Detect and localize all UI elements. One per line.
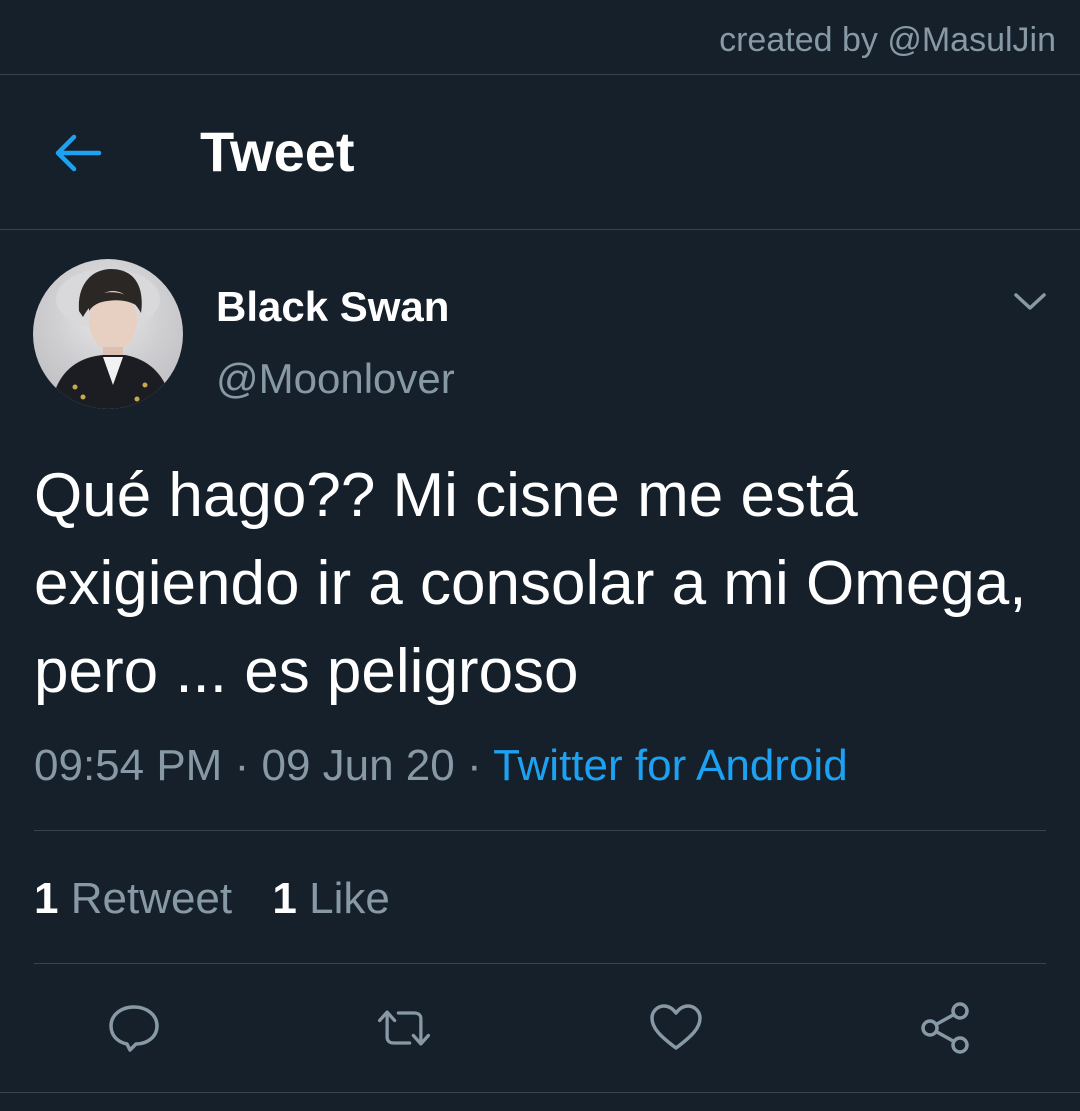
credit-text: created by @MasulJin bbox=[719, 21, 1056, 59]
arrow-left-icon bbox=[55, 134, 102, 172]
heart-icon bbox=[650, 1004, 702, 1050]
retweets-count: 1 bbox=[34, 874, 59, 923]
meta-separator: · bbox=[234, 741, 250, 790]
author-name[interactable]: Black Swan bbox=[216, 282, 449, 332]
tweet-date: 09 Jun 20 bbox=[261, 741, 455, 790]
meta-separator: · bbox=[466, 741, 482, 790]
page-title: Tweet bbox=[200, 120, 355, 183]
retweets-stat[interactable]: 1 Retweet bbox=[34, 874, 232, 923]
share-button[interactable] bbox=[916, 1000, 976, 1056]
tweet-meta: 09:54 PM · 09 Jun 20 · Twitter for Andro… bbox=[34, 740, 848, 792]
meta-divider bbox=[34, 830, 1046, 831]
stats-divider bbox=[34, 963, 1046, 964]
avatar[interactable] bbox=[33, 259, 183, 409]
tweet-time: 09:54 PM bbox=[34, 741, 223, 790]
bottom-divider bbox=[0, 1092, 1080, 1093]
tweet-text: Qué hago?? Mi cisne me está exigiendo ir… bbox=[34, 461, 1027, 706]
likes-count: 1 bbox=[272, 874, 297, 923]
tweet-source-link[interactable]: Twitter for Android bbox=[493, 741, 848, 790]
reply-button[interactable] bbox=[104, 1000, 164, 1056]
likes-label: Like bbox=[309, 874, 390, 923]
likes-stat[interactable]: 1 Like bbox=[272, 874, 389, 923]
retweet-icon bbox=[377, 1010, 431, 1046]
like-button[interactable] bbox=[646, 1000, 706, 1056]
chevron-down-icon bbox=[1014, 293, 1046, 310]
header-divider bbox=[0, 229, 1080, 230]
retweets-label: Retweet bbox=[70, 874, 233, 923]
retweet-button[interactable] bbox=[374, 1000, 434, 1056]
tweet-stats: 1 Retweet 1 Like bbox=[34, 873, 418, 925]
header-bar: Tweet bbox=[0, 75, 1080, 229]
author-handle[interactable]: @Moonlover bbox=[216, 354, 455, 404]
reply-icon bbox=[109, 1005, 159, 1052]
tweet-menu-button[interactable] bbox=[1010, 282, 1050, 322]
avatar-image bbox=[51, 269, 173, 409]
share-icon bbox=[921, 1002, 969, 1054]
back-button[interactable] bbox=[44, 125, 110, 181]
